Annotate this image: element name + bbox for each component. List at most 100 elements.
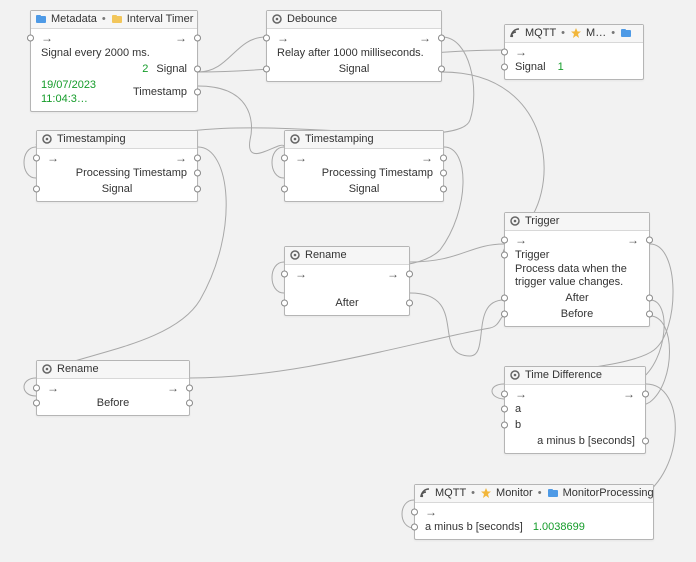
folder-yellow-icon — [111, 13, 123, 25]
gear-icon — [509, 215, 521, 227]
node-body: → → Signal every 2000 ms. 2 Signal 19/07… — [31, 29, 197, 111]
node-header[interactable]: Rename — [285, 247, 409, 265]
arrow-right-icon: → — [515, 234, 527, 246]
port-in[interactable] — [501, 311, 508, 318]
port-in[interactable] — [33, 186, 40, 193]
node-interval-timer[interactable]: Metadata • Interval Timer → → Signal eve… — [30, 10, 198, 112]
trigger-label: Trigger — [515, 248, 549, 262]
arrow-right-icon: → — [295, 268, 307, 280]
arrow-right-icon: → — [175, 32, 187, 44]
signal-row: 2 Signal — [31, 61, 197, 77]
signal-label: Signal — [156, 62, 187, 76]
port-in[interactable] — [501, 64, 508, 71]
gear-icon — [41, 133, 53, 145]
port-in[interactable] — [501, 422, 508, 429]
field-label: After — [295, 296, 399, 310]
trigger-row: Trigger — [505, 247, 649, 263]
pass-row: → → — [37, 381, 189, 395]
signal-row: Signal — [37, 181, 197, 197]
port-in[interactable] — [281, 155, 288, 162]
port-in[interactable] — [411, 509, 418, 516]
node-rename-after[interactable]: Rename → → After — [284, 246, 410, 316]
port-in[interactable] — [501, 391, 508, 398]
node-debounce[interactable]: Debounce → → Relay after 1000 millisecon… — [266, 10, 442, 82]
port-in[interactable] — [501, 237, 508, 244]
node-header[interactable]: Trigger — [505, 213, 649, 231]
spacer — [285, 281, 409, 295]
port-out[interactable] — [646, 237, 653, 244]
node-header[interactable]: Debounce — [267, 11, 441, 29]
signal-label: Signal — [47, 182, 187, 196]
node-timestamping-1[interactable]: Timestamping → → Processing Timestamp Si… — [36, 130, 198, 202]
port-out[interactable] — [440, 186, 447, 193]
gear-icon — [289, 249, 301, 261]
arrow-right-icon: → — [515, 46, 527, 58]
port-out[interactable] — [194, 89, 201, 96]
node-header[interactable]: Time Difference — [505, 367, 645, 385]
node-time-difference[interactable]: Time Difference → → a b a minus b [secon… — [504, 366, 646, 454]
node-trigger[interactable]: Trigger → → Trigger Process data when th… — [504, 212, 650, 327]
port-out[interactable] — [440, 155, 447, 162]
port-out[interactable] — [194, 170, 201, 177]
node-body: → → After — [285, 265, 409, 315]
node-timestamping-2[interactable]: Timestamping → → Processing Timestamp Si… — [284, 130, 444, 202]
port-out[interactable] — [642, 391, 649, 398]
node-header[interactable]: MQTT • Monitor • MonitorProcessingTime — [415, 485, 653, 503]
desc-text: Process data when the trigger value chan… — [515, 263, 627, 288]
port-out[interactable] — [194, 155, 201, 162]
port-in[interactable] — [27, 35, 34, 42]
pass-row: → → — [505, 233, 649, 247]
title-part: MQTT — [435, 487, 466, 499]
port-in[interactable] — [33, 155, 40, 162]
node-header[interactable]: Metadata • Interval Timer — [31, 11, 197, 29]
port-out[interactable] — [194, 186, 201, 193]
node-header[interactable]: MQTT • M… • M… — [505, 25, 643, 43]
port-in[interactable] — [33, 385, 40, 392]
port-out[interactable] — [646, 295, 653, 302]
desc-row: Relay after 1000 milliseconds. — [267, 45, 441, 61]
port-out[interactable] — [438, 35, 445, 42]
port-out[interactable] — [186, 400, 193, 407]
separator: • — [561, 27, 565, 39]
node-header[interactable]: Rename — [37, 361, 189, 379]
port-in[interactable] — [263, 66, 270, 73]
port-out[interactable] — [194, 35, 201, 42]
node-header[interactable]: Timestamping — [37, 131, 197, 149]
pass-row: → → — [505, 387, 645, 401]
gear-icon — [509, 369, 521, 381]
port-in[interactable] — [501, 295, 508, 302]
port-in[interactable] — [411, 524, 418, 531]
port-out[interactable] — [440, 170, 447, 177]
port-in[interactable] — [281, 186, 288, 193]
port-out[interactable] — [186, 385, 193, 392]
port-out[interactable] — [406, 271, 413, 278]
port-in[interactable] — [281, 300, 288, 307]
arrow-right-icon: → — [387, 268, 399, 280]
port-in[interactable] — [263, 35, 270, 42]
node-mqtt-signal[interactable]: MQTT • M… • M… → Signal 1 — [504, 24, 644, 80]
desc-text: Signal every 2000 ms. — [41, 46, 150, 60]
result-row: a minus b [seconds] 1.0038699 — [415, 519, 653, 535]
port-in[interactable] — [501, 49, 508, 56]
after-label: After — [515, 291, 639, 305]
port-out[interactable] — [646, 311, 653, 318]
port-out[interactable] — [406, 300, 413, 307]
result-row: a minus b [seconds] — [505, 433, 645, 449]
port-out[interactable] — [438, 66, 445, 73]
port-in[interactable] — [33, 400, 40, 407]
port-out[interactable] — [194, 66, 201, 73]
node-title: Time Difference — [525, 369, 602, 381]
node-mqtt-monitor[interactable]: MQTT • Monitor • MonitorProcessingTime →… — [414, 484, 654, 540]
separator: • — [538, 487, 542, 499]
arrow-right-icon: → — [627, 234, 639, 246]
node-rename-before[interactable]: Rename → → Before — [36, 360, 190, 416]
node-body: → Signal 1 — [505, 43, 643, 79]
node-title: Rename — [305, 249, 347, 261]
node-header[interactable]: Timestamping — [285, 131, 443, 149]
port-in[interactable] — [501, 406, 508, 413]
port-in[interactable] — [281, 271, 288, 278]
field-row: Before — [37, 395, 189, 411]
gear-icon — [271, 13, 283, 25]
port-out[interactable] — [642, 438, 649, 445]
port-in[interactable] — [501, 252, 508, 259]
